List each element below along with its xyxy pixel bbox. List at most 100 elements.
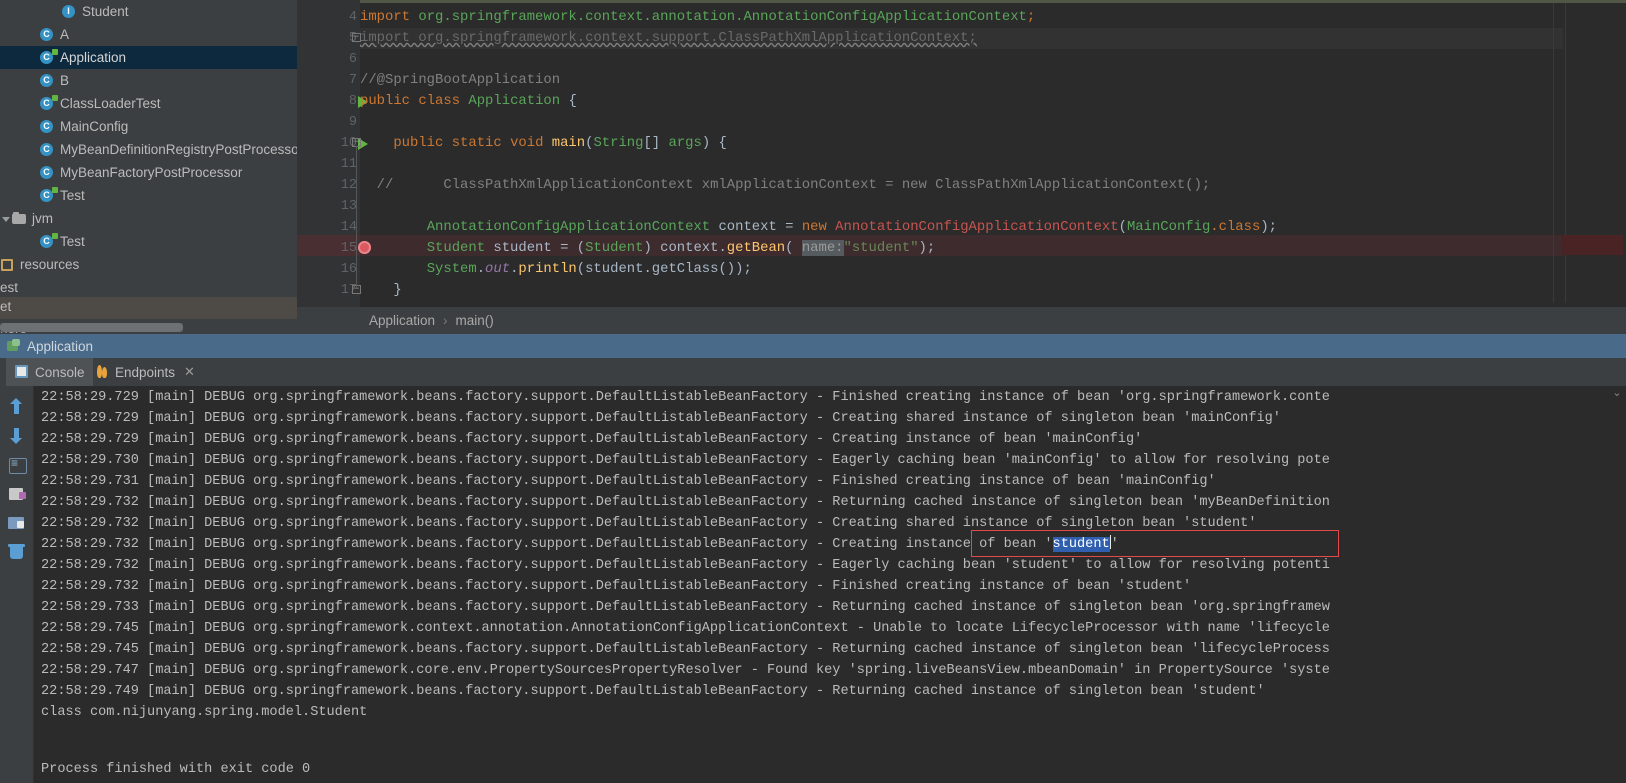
tab-console[interactable]: Console — [6, 358, 93, 386]
tree-item-label: Student — [82, 4, 129, 19]
token-var-15: student = ( — [485, 240, 586, 256]
tree-item-b[interactable]: B — [0, 69, 297, 92]
code-line-12: // ClassPathXmlApplicationContext xmlApp… — [360, 175, 1211, 196]
tree-item-test[interactable]: Test — [0, 184, 297, 207]
fold-region-line — [356, 146, 357, 288]
tree-item-student[interactable]: Student — [0, 0, 297, 23]
token-args-10: args — [668, 135, 702, 151]
console-log-line-highlighted: 22:58:29.732 [main] DEBUG org.springfram… — [41, 534, 1119, 555]
console-toolbar[interactable] — [0, 386, 34, 783]
run-window-header[interactable]: Application — [0, 334, 1626, 358]
code-line-14: AnnotationConfigApplicationContext conte… — [360, 217, 1277, 238]
tree-item-classloadertest[interactable]: ClassLoaderTest — [0, 92, 297, 115]
token-println-16: println — [518, 261, 577, 277]
project-tree[interactable]: Student A Application B ClassLoaderTest MainC… — [0, 0, 297, 297]
tree-item-test[interactable]: Test — [0, 230, 297, 253]
class-runnable-icon — [40, 233, 58, 249]
parameter-hint-name: name: — [801, 240, 844, 256]
clear-all-icon[interactable] — [8, 543, 26, 561]
export-icon[interactable] — [8, 514, 26, 532]
console-log-line: class com.nijunyang.spring.model.Student — [41, 705, 368, 720]
token-new-14: new — [801, 219, 827, 235]
code-text-area[interactable]: import org.springframework.context.annot… — [360, 0, 1626, 307]
folder-icon — [12, 211, 27, 226]
tree-item-label: ClassLoaderTest — [60, 96, 161, 111]
console-log-line: 22:58:29.729 [main] DEBUG org.springfram… — [41, 411, 1281, 426]
tree-item-resources[interactable]: resources — [0, 253, 297, 276]
breadcrumb[interactable]: Application › main() — [297, 307, 1626, 334]
code-line-15: Student student = (Student) context.getB… — [360, 238, 935, 259]
token-import: import — [360, 9, 411, 25]
interface-icon — [62, 4, 77, 19]
console-log-line: 22:58:29.747 [main] DEBUG org.springfram… — [41, 663, 1330, 678]
tree-item-a[interactable]: A — [0, 23, 297, 46]
console-log-line: 22:58:29.732 [main] DEBUG org.springfram… — [41, 579, 1192, 594]
token-system-16: System — [426, 261, 477, 277]
tree-item-label: Test — [60, 188, 85, 203]
scroll-up-icon[interactable] — [8, 398, 26, 416]
token-brace-8: { — [568, 93, 577, 109]
token-ctor-14: AnnotationConfigApplicationContext — [835, 219, 1119, 235]
console-tab-bar[interactable]: Console Endpoints ✕ — [0, 358, 1626, 386]
token-cast-15: Student — [585, 240, 644, 256]
tree-item-label: Test — [60, 234, 85, 249]
console-log-line: 22:58:29.732 [main] DEBUG org.springfram… — [41, 558, 1330, 573]
print-icon[interactable] — [8, 485, 26, 503]
console-log-line: 22:58:29.730 [main] DEBUG org.springfram… — [41, 453, 1330, 468]
tab-label: Endpoints — [115, 364, 176, 380]
token-classname-8: Application — [468, 93, 561, 109]
editor-scrollbar[interactable] — [1553, 3, 1554, 303]
code-line-8: public class Application { — [360, 91, 577, 112]
token-brace-17: } — [393, 282, 402, 298]
token-static-10: static — [451, 135, 502, 151]
tree-item-label: MyBeanFactoryPostProcessor — [60, 165, 243, 180]
token-String-10: String — [593, 135, 644, 151]
console-scroll-indicator-icon[interactable]: ⌄ — [1611, 386, 1623, 399]
token-brace-10: { — [718, 135, 727, 151]
resources-icon — [0, 257, 15, 272]
tree-item-mainconfig[interactable]: MainConfig — [0, 115, 297, 138]
code-line-7-comment: //@SpringBootApplication — [360, 72, 561, 88]
token-dotclass-14: .class — [1210, 219, 1261, 235]
token-dot-16a: . — [476, 261, 486, 277]
tree-item-test-clipped[interactable]: est — [0, 276, 297, 297]
token-main-10: main — [551, 135, 586, 151]
editor-error-stripe[interactable] — [1561, 235, 1623, 255]
token-arg-15: "student" — [843, 240, 919, 256]
expand-arrow-icon[interactable] — [0, 213, 11, 224]
console-log-line: 22:58:29.732 [main] DEBUG org.springfram… — [41, 495, 1330, 510]
tab-label: Console — [35, 364, 85, 380]
console-log-prefix: 22:58:29.732 [main] DEBUG org.springfram… — [41, 537, 1053, 552]
console-exit-message: Process finished with exit code 0 — [41, 762, 311, 777]
tree-item-application[interactable]: Application — [0, 46, 297, 69]
console-log-line: 22:58:29.745 [main] DEBUG org.springfram… — [41, 642, 1330, 657]
console-log-line: 22:58:29.731 [main] DEBUG org.springfram… — [41, 474, 1216, 489]
class-runnable-icon — [40, 95, 58, 111]
class-icon — [40, 165, 55, 180]
token-type-15: Student — [426, 240, 486, 256]
tree-item-label: MainConfig — [60, 119, 129, 134]
token-rest-16: (student.getClass()); — [576, 261, 752, 277]
close-icon[interactable]: ✕ — [184, 364, 195, 380]
tree-item-label: B — [60, 73, 70, 88]
run-window-title: Application — [27, 338, 94, 354]
scroll-down-icon[interactable] — [8, 426, 26, 444]
tree-item-mybeanfactorypostprocessor[interactable]: MyBeanFactoryPostProcessor — [0, 161, 297, 184]
token-ctx-15: ) context. — [643, 240, 727, 256]
breadcrumb-class[interactable]: Application — [369, 313, 435, 328]
tree-item-jvm[interactable]: jvm — [0, 207, 297, 230]
console-log-line: 22:58:29.729 [main] DEBUG org.springfram… — [41, 390, 1330, 405]
soft-wrap-icon[interactable] — [8, 456, 27, 474]
class-runnable-icon — [40, 49, 58, 65]
tree-horizontal-scrollbar-thumb[interactable] — [0, 323, 183, 332]
tree-item-mybeandefinitionregistrypostprocessor[interactable]: MyBeanDefinitionRegistryPostProcessor — [0, 138, 297, 161]
breadcrumb-method[interactable]: main() — [456, 313, 494, 328]
code-editor[interactable]: 4 5 6 7 8 9 10 11 12 13 14 15 16 17 − − − import org.sp… — [297, 0, 1626, 307]
tree-highlight-band — [0, 297, 297, 319]
tab-endpoints[interactable]: Endpoints ✕ — [86, 358, 203, 386]
console-output[interactable]: ⌄ 22:58:29.729 [main] DEBUG org.springfr… — [34, 386, 1626, 783]
token-brackets-10: [] — [643, 135, 661, 151]
code-line-17: } — [360, 280, 402, 301]
console-log-line: 22:58:29.729 [main] DEBUG org.springfram… — [41, 432, 1143, 447]
token-semicolon-4: ; — [1026, 9, 1036, 25]
